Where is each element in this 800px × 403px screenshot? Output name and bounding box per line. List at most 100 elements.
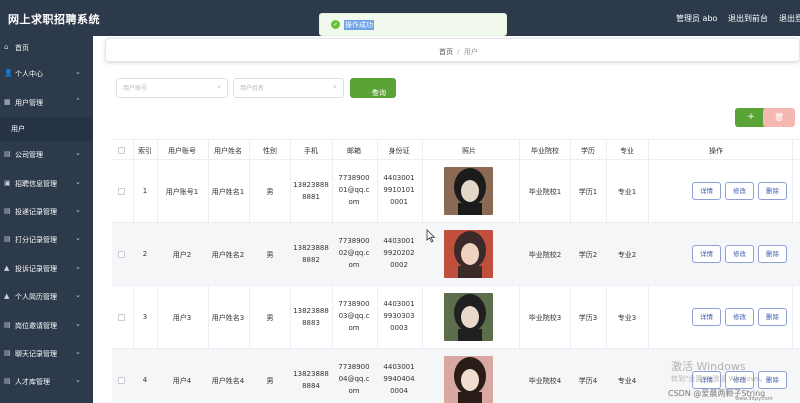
sidebar-item[interactable]: ▤ 人才库管理 ⌄ xyxy=(0,370,93,394)
sidebar-item-label: 招聘信息管理 xyxy=(15,180,57,188)
admin-label: 管理员 abo xyxy=(676,14,718,23)
sidebar-item[interactable]: ▤ 公司管理 ⌄ xyxy=(0,143,93,167)
success-toast: ✓ 操作成功 xyxy=(319,13,507,36)
table-row[interactable]: 3 用户3 用户姓名3 男毕业院校3 学历3 专业3 13823888 8883 7738900… xyxy=(112,286,800,349)
cell-email-line: 7738900 xyxy=(338,237,370,245)
table-header: 索引 用户账号 用户姓名 性别 手机 邮箱 身份证 照片 毕业院校 学历 专业 操作 xyxy=(112,139,800,160)
user-photo xyxy=(444,356,493,403)
resume-icon: ▲ xyxy=(4,292,10,300)
sidebar-item-label: 岗位邀请管理 xyxy=(15,322,57,330)
search-icon: ⌕ xyxy=(333,83,337,91)
sidebar-item-label: 个人中心 xyxy=(15,70,43,78)
sidebar-item[interactable]: ▣ 招聘信息管理 ⌄ xyxy=(0,172,93,196)
cell-phone-line: 8881 xyxy=(302,193,320,201)
sidebar-item-label: 个人简历管理 xyxy=(15,293,57,301)
cell-major: 专业4 xyxy=(617,377,637,385)
cell-id-card-line: 0001 xyxy=(390,198,408,206)
edit-button[interactable]: 修改 xyxy=(725,182,754,200)
search-button[interactable]: 查询 ⌕ xyxy=(350,78,396,98)
windows-activation-hint: 转到"设置"以激活 Windows。 xyxy=(671,375,767,383)
sidebar-item[interactable]: ▦ 用户管理 ⌃ xyxy=(0,91,93,115)
sidebar-subitem-label: 用户 xyxy=(11,125,25,133)
chevron-down-icon: ⌄ xyxy=(75,178,81,186)
cell-major: 专业2 xyxy=(617,251,637,259)
cell-id-card-line: 4403001 xyxy=(383,363,415,371)
edit-button[interactable]: 修改 xyxy=(725,308,754,326)
name-search-field[interactable]: ⌕ xyxy=(233,78,344,98)
column-header: 照片 xyxy=(462,147,476,155)
cell-id-card-line: 4403001 xyxy=(383,174,415,182)
table-row[interactable]: 1 用户账号1 用户姓名1 男毕业院校1 学历1 专业1 13823888 8881 77389… xyxy=(112,160,800,223)
back-to-front-link[interactable]: 退出到前台 xyxy=(728,13,768,24)
delete-button[interactable]: 删除 xyxy=(758,182,787,200)
detail-button[interactable]: 详情 xyxy=(692,308,721,326)
detail-button[interactable]: 详情 xyxy=(692,182,721,200)
chevron-down-icon: ⌄ xyxy=(75,234,81,242)
cell-id-card-line: 9940404 xyxy=(383,375,415,383)
sidebar-item-label: 投递记录管理 xyxy=(15,208,57,216)
cell-major: 专业3 xyxy=(617,314,637,322)
user-photo xyxy=(444,293,493,341)
alert-icon: ▲ xyxy=(4,264,10,272)
sidebar-item[interactable]: ▲ 投诉记录管理 ⌄ xyxy=(0,257,93,281)
breadcrumb-separator: / xyxy=(457,48,460,56)
cell-email-line: 7738900 xyxy=(338,363,370,371)
sidebar-item[interactable]: 👤 个人中心 ⌄ xyxy=(0,62,93,86)
delete-button[interactable]: 删除 xyxy=(758,308,787,326)
cell-major: 专业1 xyxy=(617,188,637,196)
cell-id-card-line: 4403001 xyxy=(383,237,415,245)
cell-email-line: 01@qq.c xyxy=(338,186,370,194)
cell-email-line: 02@qq.c xyxy=(338,249,370,257)
user-photo xyxy=(444,230,493,278)
chevron-down-icon: ⌄ xyxy=(75,320,81,328)
chevron-down-icon: ⌄ xyxy=(75,291,81,299)
sidebar-item-label: 公司管理 xyxy=(15,151,43,159)
mouse-cursor-icon xyxy=(426,229,436,243)
sidebar-item[interactable]: ▤ 聊天记录管理 ⌄ xyxy=(0,342,93,366)
main-content: 首页 / 用户 ⌕ ⌕ 查询 ⌕ + 🗑 索引用户账号用户姓名性别手机邮箱身份证… xyxy=(93,36,800,403)
account-search-field[interactable]: ⌕ xyxy=(116,78,228,98)
cell-email-line: om xyxy=(348,387,360,395)
sidebar-item[interactable]: ⌂ 首页 xyxy=(0,36,93,60)
logout-link[interactable]: 退出登录 xyxy=(779,13,800,24)
cell-email-line: 04@qq.c xyxy=(338,375,370,383)
breadcrumb-bar: 首页 / 用户 xyxy=(105,38,800,62)
sidebar-item[interactable]: ▤ 打分记录管理 ⌄ xyxy=(0,228,93,252)
chevron-down-icon: ⌄ xyxy=(75,68,81,76)
cell-phone-line: 13823888 xyxy=(293,307,329,315)
cell-email-line: om xyxy=(348,324,360,332)
check-circle-icon: ✓ xyxy=(331,20,340,29)
user-icon: 👤 xyxy=(4,69,13,77)
cell-phone-line: 8883 xyxy=(302,319,320,327)
toast-message: 操作成功 xyxy=(344,20,374,30)
sidebar-item-label: 打分记录管理 xyxy=(15,236,57,244)
sidebar-item-label: 投诉记录管理 xyxy=(15,265,57,273)
batch-delete-button[interactable]: 🗑 xyxy=(763,108,795,127)
breadcrumb-home[interactable]: 首页 xyxy=(439,48,453,56)
name-search-input[interactable] xyxy=(240,83,330,94)
cell-email-line: 7738900 xyxy=(338,174,370,182)
edit-button[interactable]: 修改 xyxy=(725,245,754,263)
sidebar-item[interactable]: ▤ 投递记录管理 ⌄ xyxy=(0,200,93,224)
user-photo xyxy=(444,167,493,215)
sidebar-subitem-user[interactable]: 用户 xyxy=(0,117,93,141)
chat-icon: ▤ xyxy=(4,349,11,357)
app-title: 网上求职招聘系统 xyxy=(8,13,100,26)
sidebar: ⌂ 首页 👤 个人中心 ⌄ ▦ 用户管理 ⌃ ▤ 公司管理 ⌄ ▣ 招聘信息管理 ⌄ ▤ 投递记录管理 ⌄ ▤ 打分… xyxy=(0,36,93,403)
search-icon: ⌕ xyxy=(372,88,376,95)
delete-button[interactable]: 删除 xyxy=(758,245,787,263)
table-row[interactable]: 2 用户2 用户姓名2 男毕业院校2 学历2 专业2 13823888 8882 7738900… xyxy=(112,223,800,286)
sidebar-item[interactable]: ▲ 个人简历管理 ⌄ xyxy=(0,285,93,309)
cell-phone-line: 8882 xyxy=(302,256,320,264)
breadcrumb-current: 用户 xyxy=(463,48,478,56)
cell-id-card-line: 0003 xyxy=(390,324,408,332)
cell-phone-line: 8884 xyxy=(302,382,320,390)
detail-button[interactable]: 详情 xyxy=(692,245,721,263)
sidebar-item-label: 首页 xyxy=(15,44,29,52)
search-icon: ⌕ xyxy=(217,83,221,91)
sidebar-item[interactable]: ▤ 岗位邀请管理 ⌄ xyxy=(0,314,93,338)
breadcrumb: 首页 / 用户 xyxy=(439,47,478,57)
chevron-down-icon: ⌄ xyxy=(75,206,81,214)
account-search-input[interactable] xyxy=(123,83,213,94)
cell-email-line: om xyxy=(348,198,360,206)
